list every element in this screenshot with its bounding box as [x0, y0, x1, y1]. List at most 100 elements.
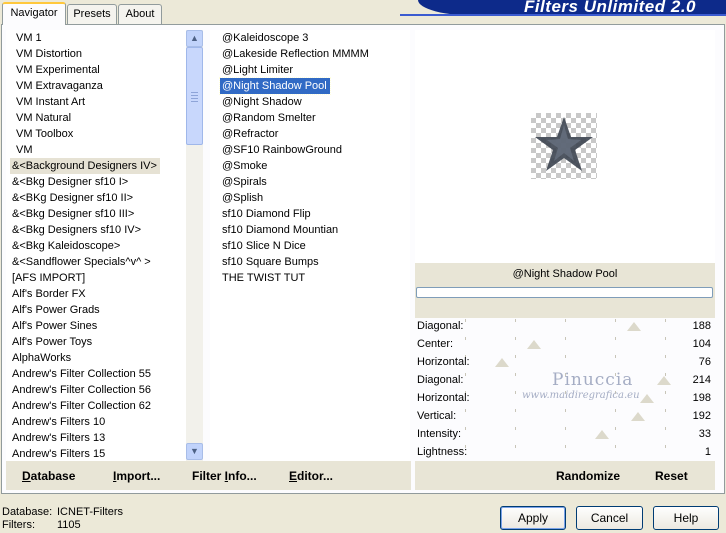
category-item[interactable]: &<BKg Designer sf10 II>: [10, 190, 136, 206]
parameter-slider[interactable]: Vertical: 192: [415, 408, 715, 426]
filter-item[interactable]: sf10 Diamond Mountian: [220, 222, 341, 238]
parameter-label: Diagonal:: [417, 320, 464, 332]
slider-thumb[interactable]: [657, 376, 671, 385]
filter-item[interactable]: @Splish: [220, 190, 266, 206]
category-item[interactable]: Alf's Power Grads: [10, 302, 103, 318]
filter-item[interactable]: sf10 Diamond Flip: [220, 206, 314, 222]
parameter-slider[interactable]: Diagonal: 188: [415, 318, 715, 336]
category-item[interactable]: Andrew's Filters 10: [10, 414, 108, 430]
slider-tick: [565, 409, 566, 412]
category-item[interactable]: VM Distortion: [14, 46, 85, 62]
category-item[interactable]: &<Bkg Designer sf10 III>: [10, 206, 137, 222]
filter-item[interactable]: @Refractor: [220, 126, 281, 142]
slider-tick: [615, 337, 616, 340]
randomize-button[interactable]: Randomize: [556, 469, 620, 483]
slider-tick: [465, 409, 466, 412]
parameter-label: Intensity:: [417, 428, 462, 440]
category-item[interactable]: Andrew's Filter Collection 62: [10, 398, 154, 414]
category-item[interactable]: VM Extravaganza: [14, 78, 106, 94]
slider-thumb[interactable]: [631, 412, 645, 421]
category-item[interactable]: &<Background Designers IV>: [10, 158, 160, 174]
database-status-label: Database:: [2, 506, 53, 518]
category-item[interactable]: [AFS IMPORT]: [10, 270, 88, 286]
filter-item[interactable]: @Smoke: [220, 158, 270, 174]
slider-thumb[interactable]: [527, 340, 541, 349]
tab-navigator[interactable]: Navigator: [2, 2, 66, 25]
import-button[interactable]: Import...: [113, 469, 160, 483]
category-scrollbar[interactable]: ▲ ▼: [186, 30, 203, 461]
category-list[interactable]: VM 1 VM Distortion VM Experimental VM Extra…: [6, 30, 186, 461]
database-status-value: ICNET-Filters: [57, 506, 123, 518]
slider-tick: [515, 337, 516, 340]
slider-tick: [465, 319, 466, 322]
slider-tick: [515, 427, 516, 430]
filter-item[interactable]: THE TWIST TUT: [220, 270, 308, 286]
category-item[interactable]: VM Natural: [14, 110, 74, 126]
reset-button[interactable]: Reset: [655, 469, 688, 483]
filter-item[interactable]: sf10 Slice N Dice: [220, 238, 309, 254]
category-item[interactable]: &<Bkg Designer sf10 I>: [10, 174, 131, 190]
parameter-label: Vertical:: [417, 410, 457, 422]
slider-tick: [565, 319, 566, 322]
category-item[interactable]: VM Instant Art: [14, 94, 88, 110]
slider-tick: [565, 337, 566, 340]
slider-tick: [665, 427, 666, 430]
parameter-value: 104: [692, 338, 711, 350]
banner-stripe: [400, 14, 726, 16]
slider-tick: [465, 427, 466, 430]
scroll-up-button[interactable]: ▲: [186, 30, 203, 47]
parameter-slider[interactable]: Intensity: 33: [415, 426, 715, 444]
slider-tick: [515, 355, 516, 358]
editor-button[interactable]: Editor...: [289, 469, 333, 483]
filter-item[interactable]: @Light Limiter: [220, 62, 296, 78]
category-item[interactable]: VM Toolbox: [14, 126, 76, 142]
category-item[interactable]: &<Sandflower Specials^v^ >: [10, 254, 154, 270]
category-item[interactable]: Andrew's Filter Collection 55: [10, 366, 154, 382]
filter-item[interactable]: @Random Smelter: [220, 110, 319, 126]
category-item[interactable]: Andrew's Filters 13: [10, 430, 108, 446]
category-item[interactable]: VM Experimental: [14, 62, 103, 78]
slider-thumb[interactable]: [640, 394, 654, 403]
parameter-value: 33: [698, 428, 711, 440]
filter-item[interactable]: sf10 Square Bumps: [220, 254, 322, 270]
category-item[interactable]: VM 1: [14, 30, 45, 46]
filter-item[interactable]: @SF10 RainbowGround: [220, 142, 345, 158]
slider-thumb[interactable]: [627, 322, 641, 331]
help-button[interactable]: Help: [653, 506, 719, 530]
category-item[interactable]: AlphaWorks: [10, 350, 74, 366]
parameter-value: 214: [692, 374, 711, 386]
selected-filter-name: @Night Shadow Pool: [512, 268, 618, 280]
filter-item[interactable]: @Kaleidoscope 3: [220, 30, 311, 46]
category-item[interactable]: &<Bkg Kaleidoscope>: [10, 238, 123, 254]
parameter-slider[interactable]: Lightness: 1: [415, 444, 715, 462]
filter-list[interactable]: @Kaleidoscope 3 @Lakeside Reflection MMMM…: [210, 30, 410, 461]
filter-item[interactable]: @Night Shadow Pool: [219, 77, 331, 95]
category-item[interactable]: Andrew's Filters 15: [10, 446, 108, 461]
slider-tick: [515, 409, 516, 412]
preview-thumbnail: [531, 113, 597, 179]
apply-button[interactable]: Apply: [500, 506, 566, 530]
category-item[interactable]: VM: [14, 142, 36, 158]
scroll-down-button[interactable]: ▼: [186, 443, 203, 460]
slider-tick: [665, 319, 666, 322]
filter-info-button[interactable]: Filter Info...: [192, 469, 257, 483]
category-item[interactable]: Alf's Border FX: [10, 286, 89, 302]
tab-about[interactable]: About: [118, 4, 162, 24]
slider-thumb[interactable]: [495, 358, 509, 367]
filter-item[interactable]: @Night Shadow: [220, 94, 305, 110]
category-item[interactable]: Alf's Power Toys: [10, 334, 95, 350]
cancel-button[interactable]: Cancel: [576, 506, 643, 530]
scroll-thumb[interactable]: [186, 47, 203, 145]
slider-thumb[interactable]: [595, 430, 609, 439]
slider-tick: [565, 445, 566, 448]
filter-item[interactable]: @Spirals: [220, 174, 270, 190]
filter-item[interactable]: @Lakeside Reflection MMMM: [220, 46, 372, 62]
tab-presets[interactable]: Presets: [67, 4, 117, 24]
database-button[interactable]: Database: [22, 469, 75, 483]
slider-tick: [665, 337, 666, 340]
parameter-label: Diagonal:: [417, 374, 464, 386]
parameter-slider[interactable]: Center: 104: [415, 336, 715, 354]
category-item[interactable]: Alf's Power Sines: [10, 318, 100, 334]
category-item[interactable]: Andrew's Filter Collection 56: [10, 382, 154, 398]
category-item[interactable]: &<Bkg Designers sf10 IV>: [10, 222, 144, 238]
